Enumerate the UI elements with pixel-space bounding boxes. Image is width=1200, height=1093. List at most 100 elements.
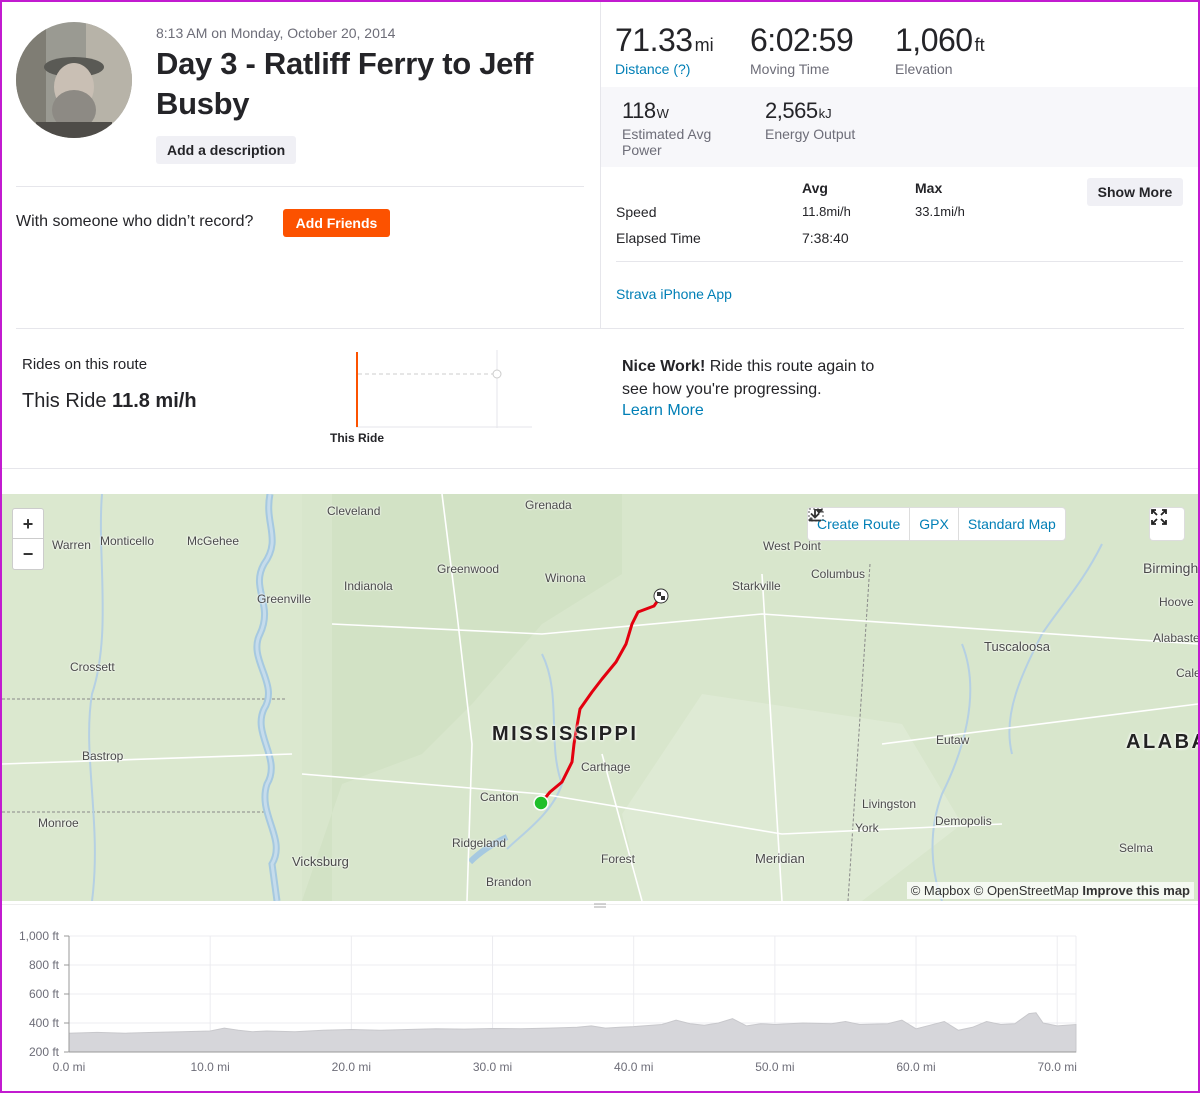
map-label-livingston: Livingston [862, 797, 917, 811]
rides-on-route-label: Rides on this route [22, 356, 148, 373]
x-tick-label: 30.0 mi [473, 1060, 512, 1074]
improve-map-link[interactable]: Improve this map [1082, 883, 1190, 898]
fullscreen-button[interactable] [1150, 508, 1184, 540]
y-tick-label: 600 ft [29, 987, 60, 1001]
divider [16, 328, 1184, 329]
divider [616, 261, 1183, 262]
y-tick-label: 200 ft [29, 1045, 60, 1059]
show-more-button[interactable]: Show More [1087, 178, 1183, 206]
map-label-monroe: Monroe [38, 816, 79, 830]
resize-handle-icon[interactable] [592, 902, 608, 910]
map-label-indianola: Indianola [344, 579, 393, 593]
power-value: 118 [622, 98, 656, 123]
standard-map-label: Standard Map [967, 516, 1056, 532]
elevation-stat: 1,060 ft Elevation [895, 22, 985, 77]
attribution-text[interactable]: © Mapbox © OpenStreetMap [911, 883, 1079, 898]
speed-avg: 11.8mi/h [802, 204, 851, 219]
activity-title: Day 3 - Ratliff Ferry to Jeff Busby [156, 46, 534, 121]
map-label-west-point: West Point [763, 539, 821, 553]
map-label-greenwood: Greenwood [437, 562, 500, 576]
map-label-brandon: Brandon [486, 875, 532, 889]
standard-map-dropdown[interactable]: Standard Map [815, 508, 1065, 540]
map-attribution: © Mapbox © OpenStreetMap Improve this ma… [906, 882, 1194, 899]
y-tick-label: 400 ft [29, 1016, 60, 1030]
chevron-down-icon [815, 509, 823, 514]
state-label-alabama: ALABA [1126, 731, 1198, 753]
map-label-calera: Cale [1176, 666, 1198, 680]
add-description-button[interactable]: Add a description [156, 136, 297, 164]
x-tick-label: 50.0 mi [755, 1060, 794, 1074]
y-tick-label: 1,000 ft [19, 929, 60, 943]
map-label-carthage: Carthage [581, 760, 631, 774]
activity-date: 8:13 AM on Monday, October 20, 2014 [156, 25, 396, 41]
nice-work-message: Nice Work! Ride this route again to see … [622, 355, 882, 401]
map-label-hoover: Hoove [1159, 595, 1194, 609]
map-label-monticello: Monticello [100, 534, 155, 548]
create-route-label: Create Route [817, 516, 901, 532]
route-map[interactable]: Cleveland Grenada Warren Monticello McGe… [2, 494, 1198, 901]
learn-more-link[interactable]: Learn More [622, 402, 704, 420]
fullscreen-icon [1151, 509, 1167, 525]
section-divider [0, 468, 1200, 469]
gpx-button[interactable]: GPX [809, 508, 959, 540]
gpx-label: GPX [919, 516, 949, 532]
map-label-grenada: Grenada [525, 498, 572, 512]
energy-unit: kJ [818, 106, 832, 121]
map-label-alabaster: Alabaste [1153, 631, 1198, 645]
x-tick-label: 40.0 mi [614, 1060, 653, 1074]
map-label-winona: Winona [545, 571, 586, 585]
moving-time-stat: 6:02:59 Moving Time [750, 22, 854, 77]
state-label-mississippi: MISSISSIPPI [492, 723, 639, 745]
elapsed-label: Elapsed Time [616, 230, 701, 246]
elevation-label: Elevation [895, 61, 953, 77]
this-ride-value: 11.8 mi/h [112, 390, 197, 412]
zoom-in-button[interactable]: + [13, 509, 43, 539]
elevation-unit: ft [974, 35, 985, 55]
power-label: Estimated Avg Power [622, 126, 712, 158]
chart-point [492, 369, 502, 379]
map-label-crossett: Crossett [70, 660, 115, 674]
chart-this-ride-label: This Ride [330, 431, 385, 445]
zoom-out-button[interactable]: − [13, 539, 43, 569]
nice-work-bold: Nice Work! [622, 358, 706, 375]
distance-value: 71.33 [615, 22, 693, 58]
map-label-meridian: Meridian [755, 851, 805, 866]
x-tick-label: 10.0 mi [190, 1060, 229, 1074]
start-marker [533, 795, 549, 811]
map-label-forest: Forest [601, 852, 636, 866]
elevation-chart[interactable]: 1,000 ft 800 ft 600 ft 400 ft 200 ft 0.0 mi 10… [0, 912, 1200, 1093]
elevation-chart-svg: 1,000 ft 800 ft 600 ft 400 ft 200 ft0.0 mi 10… [19, 929, 1077, 1074]
map-label-selma: Selma [1119, 841, 1154, 855]
map-zoom-control: + − [12, 508, 44, 570]
map-label-eutaw: Eutaw [936, 733, 970, 747]
map-toolbar: Create Route GPX Standard Map [808, 508, 1065, 540]
device-link[interactable]: Strava iPhone App [616, 286, 732, 302]
speed-max: 33.1mi/h [915, 204, 965, 219]
finish-marker [653, 588, 669, 604]
map-label-ridgeland: Ridgeland [452, 836, 507, 850]
add-friends-button[interactable]: Add Friends [283, 209, 390, 237]
speed-label: Speed [616, 204, 657, 220]
x-tick-label: 60.0 mi [896, 1060, 935, 1074]
map-label-bastrop: Bastrop [82, 749, 124, 763]
map-label-warren: Warren [52, 538, 91, 552]
map-label-starkville: Starkville [732, 579, 781, 593]
map-label-mcgehee: McGehee [187, 534, 240, 548]
map-label-cleveland: Cleveland [327, 504, 381, 518]
moving-time-value: 6:02:59 [750, 22, 854, 58]
elevation-area [68, 1012, 1077, 1053]
map-label-demopolis: Demopolis [935, 814, 992, 828]
energy-value: 2,565 [765, 98, 818, 123]
this-ride-speed: This Ride 11.8 mi/h [22, 390, 197, 413]
distance-stat: 71.33 mi Distance (?) [615, 22, 714, 77]
elapsed-avg: 7:38:40 [802, 230, 849, 246]
map-label-york: York [855, 821, 879, 835]
divider [16, 186, 584, 187]
x-tick-label: 0.0 mi [53, 1060, 86, 1074]
y-tick-label: 800 ft [29, 958, 60, 972]
athlete-avatar[interactable] [16, 22, 132, 138]
with-someone-text: With someone who didn’t record? [16, 213, 254, 230]
distance-label-link[interactable]: Distance (?) [615, 61, 714, 77]
power-stat: 118W Estimated Avg Power [622, 98, 742, 158]
elevation-value: 1,060 [895, 22, 973, 58]
